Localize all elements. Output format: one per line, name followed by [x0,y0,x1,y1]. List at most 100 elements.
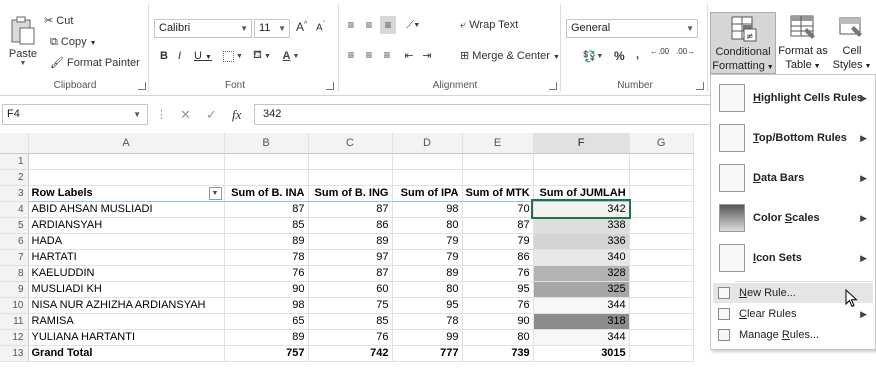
menu-item-highlight-cells-rules[interactable]: Highlight Cells Rules ▶ [713,79,873,117]
row-header[interactable]: 1 [0,153,29,170]
align-left-icon[interactable]: ≡ [344,48,358,62]
value-cell[interactable]: 87 [308,201,393,218]
value-cell[interactable]: 87 [308,265,393,282]
enter-icon[interactable]: ✓ [206,107,217,123]
name-box[interactable]: F4 ▼ [2,104,148,125]
cell[interactable] [629,169,694,186]
jumlah-cell[interactable]: 318 [533,313,630,330]
cell[interactable] [533,169,630,186]
menu-item-icon-sets[interactable]: Icon Sets ▶ [713,239,873,277]
bold-button[interactable]: B [160,50,168,62]
value-cell[interactable]: 95 [392,297,463,314]
value-cell[interactable]: 79 [392,233,463,250]
value-cell[interactable]: 80 [392,281,463,298]
total-jumlah[interactable]: 3015 [533,344,630,362]
value-cell[interactable]: 85 [224,217,309,234]
value-cell[interactable]: 76 [224,265,309,282]
value-cell[interactable]: 87 [224,201,309,218]
font-launcher-icon[interactable] [326,82,334,90]
column-header-c[interactable]: C [308,133,393,154]
header-ipa[interactable]: Sum of IPA [392,185,463,202]
column-header-d[interactable]: D [392,133,463,154]
row-label-cell[interactable]: YULIANA HARTANTI [28,329,225,346]
orientation-icon[interactable]: ⟋▾ [402,18,424,32]
cut-button[interactable]: ✂ Cut [44,14,73,27]
cell[interactable] [629,313,694,330]
jumlah-cell[interactable]: 344 [533,329,630,346]
value-cell[interactable]: 60 [308,281,393,298]
percent-button[interactable]: % [614,49,625,63]
cell[interactable] [629,185,694,202]
cell[interactable] [462,169,534,186]
row-header[interactable]: 13 [0,345,29,362]
jumlah-cell[interactable]: 340 [533,249,630,266]
menu-item-manage-rules[interactable]: Manage Rules... [713,325,873,345]
cell[interactable] [28,153,225,170]
decrease-decimal-button[interactable]: .00→ [676,48,695,56]
grow-font-button[interactable]: A^ [296,20,307,34]
copy-button[interactable]: ⧉ Copy ▼ [50,36,97,49]
cell[interactable] [462,153,534,170]
cell[interactable] [533,153,630,170]
column-header-f[interactable]: F [533,133,630,154]
value-cell[interactable]: 85 [308,313,393,330]
row-label-cell[interactable]: KAELUDDIN [28,265,225,282]
row-header[interactable]: 11 [0,313,29,330]
number-format-dropdown[interactable]: General ▼ [566,19,698,38]
align-top-icon[interactable]: ≡ [344,18,358,32]
row-labels-header[interactable]: Row Labels ▼ [28,185,225,202]
value-cell[interactable]: 90 [224,281,309,298]
jumlah-cell[interactable]: 342 [531,199,632,219]
cell[interactable] [392,169,463,186]
cell[interactable] [629,217,694,234]
jumlah-cell[interactable]: 338 [533,217,630,234]
jumlah-cell[interactable]: 344 [533,297,630,314]
row-label-cell[interactable]: RAMISA [28,313,225,330]
paste-button[interactable]: Paste ▼ [6,10,40,72]
row-header[interactable]: 10 [0,297,29,314]
cancel-icon[interactable]: ✕ [180,107,191,123]
value-cell[interactable]: 89 [224,233,309,250]
font-name-dropdown[interactable]: Calibri ▼ [154,19,252,38]
total-mtk[interactable]: 739 [462,344,534,362]
value-cell[interactable]: 76 [462,297,534,314]
jumlah-cell[interactable]: 336 [533,233,630,250]
jumlah-cell[interactable]: 325 [533,281,630,298]
insert-function-button[interactable]: fx [232,107,241,123]
underline-button[interactable]: U ▼ [194,50,212,62]
shrink-font-button[interactable]: Aˇ [316,21,325,33]
value-cell[interactable]: 80 [392,217,463,234]
header-b-ina[interactable]: Sum of B. INA [224,185,309,202]
row-label-cell[interactable]: MUSLIADI KH [28,281,225,298]
menu-item-color-scales[interactable]: Color Scales ▶ [713,199,873,237]
cell[interactable] [28,169,225,186]
align-middle-icon[interactable]: ≡ [362,18,376,32]
row-label-cell[interactable]: HARTATI [28,249,225,266]
increase-indent-icon[interactable]: ⇥ [420,48,434,62]
menu-item-top-bottom-rules[interactable]: Top/Bottom Rules ▶ [713,119,873,157]
value-cell[interactable]: 98 [224,297,309,314]
value-cell[interactable]: 99 [392,329,463,346]
cell[interactable] [629,345,694,362]
number-launcher-icon[interactable] [696,82,704,90]
grand-total-label[interactable]: Grand Total [28,344,225,362]
row-header[interactable]: 4 [0,201,29,218]
cell[interactable] [629,233,694,250]
row-label-cell[interactable]: ARDIANSYAH [28,217,225,234]
row-header[interactable]: 12 [0,329,29,346]
cell[interactable] [224,153,309,170]
column-header-a[interactable]: A [28,133,225,154]
value-cell[interactable]: 78 [224,249,309,266]
align-right-icon[interactable]: ≡ [380,48,394,62]
value-cell[interactable]: 78 [392,313,463,330]
cell[interactable] [629,297,694,314]
row-header[interactable]: 6 [0,233,29,250]
fill-color-button[interactable]: ⛾ ▼ [250,48,274,64]
column-header-b[interactable]: B [224,133,309,154]
total-b-ing[interactable]: 742 [308,344,393,362]
value-cell[interactable]: 76 [308,329,393,346]
format-painter-button[interactable]: 🖌 Format Painter [50,56,140,69]
font-size-dropdown[interactable]: 11 ▼ [254,19,290,38]
cell[interactable] [629,201,694,218]
accounting-format-button[interactable]: 💱 ▼ [580,48,606,64]
